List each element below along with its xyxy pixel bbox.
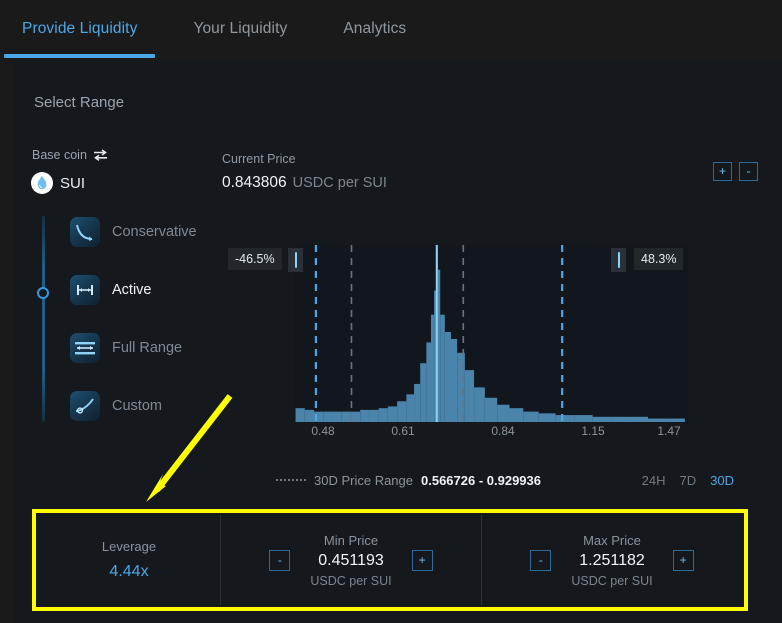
drag-grip-icon <box>618 252 620 268</box>
annotation-highlight-box <box>32 509 748 611</box>
drag-grip-icon <box>295 252 297 268</box>
range-intensity-slider-track[interactable] <box>42 216 45 422</box>
chart-svg <box>294 245 688 422</box>
base-coin-label-row: Base coin <box>32 148 108 162</box>
tab-label: Your Liquidity <box>193 20 287 38</box>
full-range-icon <box>70 333 100 363</box>
range-option-full-range[interactable]: Full Range <box>70 328 250 368</box>
current-price-label: Current Price <box>222 152 296 166</box>
timeframe-toggles: 24H 7D 30D <box>642 470 734 490</box>
range-max-drag-handle[interactable] <box>611 248 626 272</box>
zoom-in-button[interactable]: + <box>713 162 732 181</box>
x-tick: 0.48 <box>311 424 334 438</box>
chart-x-axis: 0.48 0.61 0.84 1.15 1.47 <box>294 424 688 442</box>
current-price-row: 0.843806 USDC per SUI <box>222 174 387 192</box>
range-option-label: Active <box>112 282 152 298</box>
dashed-line-legend-icon <box>276 479 306 481</box>
range-option-conservative[interactable]: Conservative <box>70 212 250 252</box>
timeframe-24h[interactable]: 24H <box>642 473 666 488</box>
x-tick: 0.84 <box>491 424 514 438</box>
panel-left-strip <box>0 58 14 623</box>
price-range-value: 0.566726 - 0.929936 <box>421 473 541 488</box>
current-price-unit: USDC per SUI <box>293 175 387 191</box>
tab-your-liquidity[interactable]: Your Liquidity <box>193 0 287 58</box>
base-coin-selector[interactable]: SUI <box>31 172 85 194</box>
price-range-summary: 30D Price Range 0.566726 - 0.929936 <box>276 470 541 490</box>
base-coin-symbol: SUI <box>60 175 85 192</box>
conservative-curve-icon <box>70 217 100 247</box>
histogram-bars <box>296 249 685 422</box>
x-tick: 0.61 <box>391 424 414 438</box>
timeframe-30d[interactable]: 30D <box>710 473 734 488</box>
tab-provide-liquidity[interactable]: Provide Liquidity <box>22 0 137 58</box>
range-option-label: Full Range <box>112 340 182 356</box>
swap-arrows-icon[interactable] <box>93 149 108 161</box>
page-title: Select Range <box>34 94 124 111</box>
annotation-arrow-icon <box>130 390 240 510</box>
liquidity-histogram-chart[interactable] <box>294 245 688 422</box>
tab-label: Analytics <box>343 20 406 38</box>
main-tabs: Provide Liquidity Your Liquidity Analyti… <box>0 0 782 58</box>
timeframe-7d[interactable]: 7D <box>680 473 697 488</box>
base-coin-label: Base coin <box>32 148 87 162</box>
sui-droplet-icon <box>31 172 53 194</box>
current-price-value: 0.843806 <box>222 174 287 192</box>
custom-range-icon <box>70 391 100 421</box>
range-min-percent-badge: -46.5% <box>228 248 282 270</box>
range-option-label: Conservative <box>112 224 197 240</box>
active-range-icon <box>70 275 100 305</box>
price-range-label: 30D Price Range <box>314 473 413 488</box>
liquidity-provision-screen: Provide Liquidity Your Liquidity Analyti… <box>0 0 782 623</box>
range-intensity-slider-knob[interactable] <box>37 287 49 299</box>
range-max-percent-badge: 48.3% <box>634 248 683 270</box>
tab-label: Provide Liquidity <box>22 20 137 38</box>
x-tick: 1.47 <box>657 424 680 438</box>
tab-analytics[interactable]: Analytics <box>343 0 406 58</box>
x-tick: 1.15 <box>581 424 604 438</box>
range-min-drag-handle[interactable] <box>288 248 303 272</box>
zoom-out-button[interactable]: - <box>739 162 758 181</box>
range-option-active[interactable]: Active <box>70 270 250 310</box>
chart-zoom-controls: + - <box>713 162 758 181</box>
